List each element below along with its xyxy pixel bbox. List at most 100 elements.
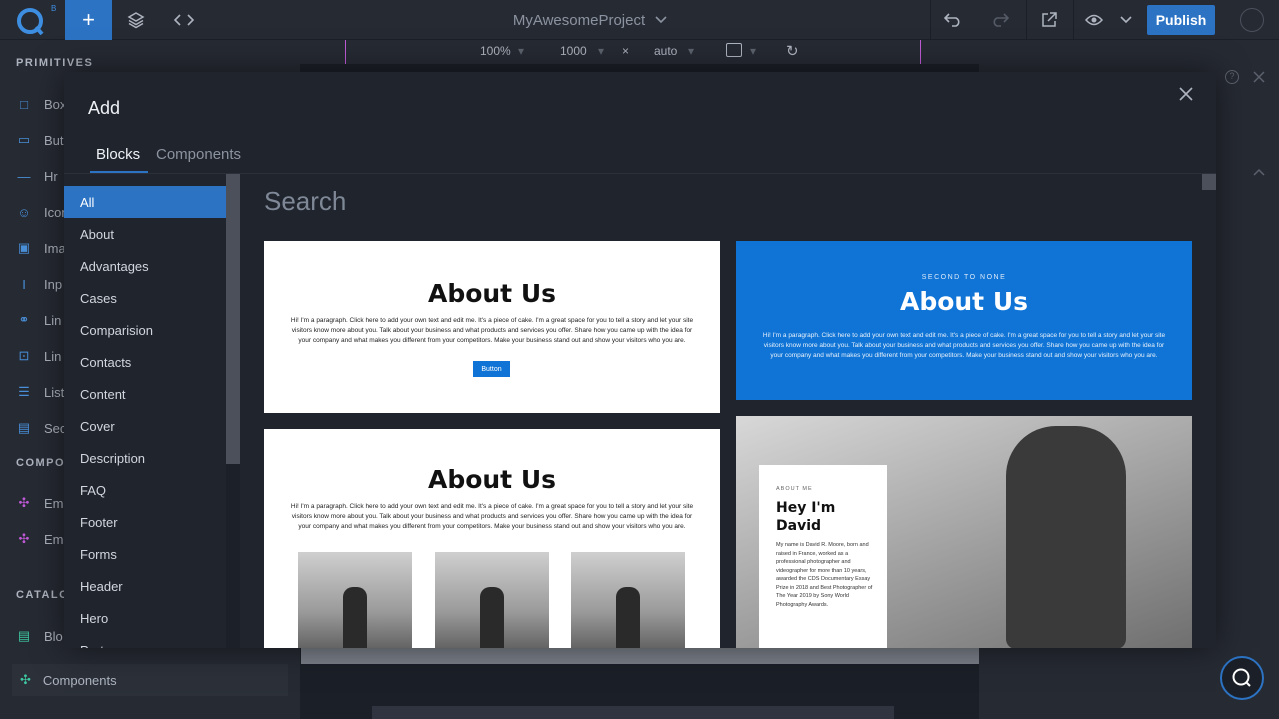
category-item[interactable]: Content (64, 378, 226, 410)
sidebar-item-blocks[interactable]: ▤ Blo (16, 626, 63, 646)
category-item[interactable]: Footer (64, 506, 226, 538)
add-modal: Add Blocks Components All About Advantag… (64, 72, 1216, 648)
code-icon (174, 14, 194, 26)
chevron-up-icon[interactable] (1253, 168, 1265, 176)
top-toolbar: B + MyAwesomeProject Publish (0, 0, 1279, 40)
blocks-icon: ▤ (17, 628, 31, 643)
category-item[interactable]: Partners (64, 634, 226, 649)
category-item[interactable]: Cases (64, 282, 226, 314)
sidebar-item-component-2[interactable]: ✣ Em (16, 529, 64, 549)
link-box-icon: ⊡ (18, 348, 30, 363)
category-item[interactable]: Contacts (64, 346, 226, 378)
canvas-scrollbar[interactable] (301, 648, 979, 664)
block-card[interactable]: ABOUT ME Hey I'm David My name is David … (736, 416, 1192, 648)
card-body: Hi! I'm a paragraph. Click here to add y… (290, 317, 694, 344)
category-item[interactable]: Comparision (64, 314, 226, 346)
link-icon: ⚭ (18, 312, 30, 327)
tab-blocks[interactable]: Blocks (96, 146, 140, 163)
card-button: Button (473, 361, 510, 377)
undo-button[interactable] (931, 0, 975, 40)
scrollbar-thumb[interactable] (226, 174, 240, 464)
redo-button[interactable] (978, 0, 1022, 40)
close-button[interactable] (1176, 84, 1196, 104)
primitives-heading: PRIMITIVES (16, 57, 94, 69)
card-photo (435, 552, 549, 648)
card-kicker: SECOND TO NONE (921, 274, 1007, 281)
card-photo (1006, 426, 1126, 648)
sidebar-item-button[interactable]: ▭ But (16, 130, 64, 150)
text-cursor-icon: I (22, 276, 26, 292)
search-input[interactable]: Search (264, 186, 346, 217)
sidebar-item-link-box[interactable]: ⊡ Lin (16, 346, 62, 366)
redo-icon (993, 13, 1009, 27)
zoom-select[interactable]: 100% (480, 44, 511, 58)
height-input[interactable]: auto (654, 44, 677, 58)
category-item[interactable]: Advantages (64, 250, 226, 282)
button-icon: ▭ (17, 132, 31, 147)
card-title: About Us (899, 287, 1029, 316)
logo-icon (17, 8, 44, 36)
chevron-down-icon (655, 16, 667, 24)
sidebar-item-input[interactable]: I Inp (16, 274, 62, 294)
preview-button[interactable] (1074, 0, 1114, 40)
project-selector[interactable]: MyAwesomeProject (480, 0, 700, 40)
canvas-toolbar: 100% ▾ 1000 ▾ × auto ▾ ▾ ↻ (300, 40, 980, 64)
project-name: MyAwesomeProject (512, 11, 646, 29)
scrollbar-thumb[interactable] (1202, 174, 1216, 190)
logo-badge: B (51, 4, 57, 13)
card-title: Hey I'm David (776, 500, 836, 534)
components-icon: ✣ (20, 672, 31, 687)
sidebar-item-box[interactable]: □ Box (16, 94, 66, 114)
sidebar-item-component-1[interactable]: ✣ Em (16, 493, 64, 513)
square-icon: □ (20, 96, 28, 112)
block-card[interactable]: About Us Hi! I'm a paragraph. Click here… (264, 429, 720, 648)
sidebar-item-section[interactable]: ▤ Sec (16, 418, 67, 438)
category-scrollbar[interactable] (226, 174, 240, 648)
component-icon: ✣ (18, 531, 30, 546)
category-item[interactable]: Forms (64, 538, 226, 570)
category-item[interactable]: FAQ (64, 474, 226, 506)
image-icon: ▣ (17, 240, 31, 255)
close-icon[interactable] (1253, 71, 1265, 83)
chevron-down-icon: ▾ (750, 44, 757, 58)
components-heading: COMPO (16, 457, 66, 469)
sidebar-item-icon[interactable]: ☺ Icon (16, 202, 68, 222)
category-item[interactable]: Hero (64, 602, 226, 634)
category-item[interactable]: Description (64, 442, 226, 474)
tab-components[interactable]: Components (156, 146, 241, 163)
chevron-down-icon (1120, 16, 1132, 24)
code-button[interactable] (160, 0, 208, 40)
list-icon: ☰ (18, 384, 30, 399)
sidebar-item-image[interactable]: ▣ Ima (16, 238, 66, 258)
publish-button[interactable]: Publish (1147, 5, 1215, 35)
refresh-icon[interactable]: ↻ (786, 42, 799, 60)
device-icon[interactable] (726, 43, 742, 57)
sidebar-item-link[interactable]: ⚭ Lin (16, 310, 62, 330)
block-card[interactable]: About Us Hi! I'm a paragraph. Click here… (264, 241, 720, 413)
card-body: Hi! I'm a paragraph. Click here to add y… (290, 503, 694, 530)
modal-title: Add (88, 98, 121, 118)
category-item[interactable]: Cover (64, 410, 226, 442)
category-item[interactable]: All (64, 186, 226, 218)
sidebar-item-list[interactable]: ☰ List (16, 382, 64, 402)
block-card[interactable]: SECOND TO NONE About Us Hi! I'm a paragr… (736, 241, 1192, 400)
open-external-button[interactable] (1027, 0, 1071, 40)
width-input[interactable]: 1000 (560, 44, 587, 58)
card-body: Hi! I'm a paragraph. Click here to add y… (762, 332, 1166, 359)
category-item[interactable]: About (64, 218, 226, 250)
hr-icon: — (17, 168, 31, 184)
card-photo (571, 552, 685, 648)
help-icon[interactable]: ? (1225, 70, 1239, 84)
category-item[interactable]: Header (64, 570, 226, 602)
add-button[interactable]: + (65, 0, 112, 40)
preview-menu-button[interactable] (1114, 0, 1138, 40)
sidebar-item-hr[interactable]: — Hr (16, 166, 58, 186)
avatar[interactable] (1240, 8, 1264, 32)
card-kicker: ABOUT ME (776, 486, 813, 492)
layers-button[interactable] (112, 0, 160, 40)
sidebar-item-components[interactable]: ✣ Components (12, 664, 288, 696)
chevron-down-icon: ▾ (598, 44, 605, 58)
chat-button[interactable] (1220, 656, 1264, 700)
grid-scrollbar[interactable] (1202, 174, 1216, 648)
app-logo[interactable]: B (0, 0, 64, 40)
